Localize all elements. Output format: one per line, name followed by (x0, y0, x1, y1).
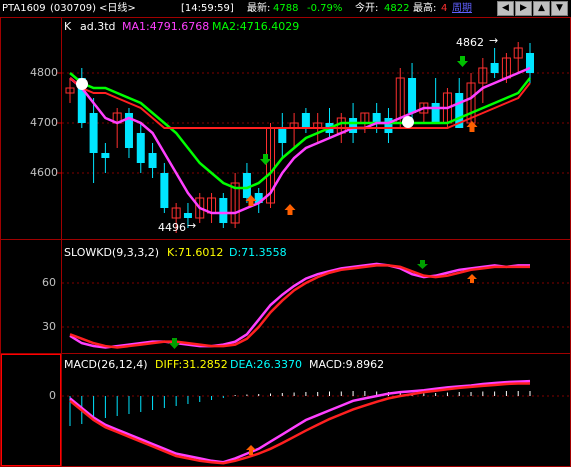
candle-body (372, 113, 381, 123)
high-annotation-arrow: → (489, 34, 499, 47)
kd-k-line (69, 262, 530, 349)
macd-dea-value: DEA:26.3370 (230, 358, 302, 371)
main-label-name: ad.3td (80, 20, 116, 33)
kd-up-arrow-icon (467, 274, 477, 283)
kd-y-tick-30: 30 (42, 320, 56, 333)
candle-body (89, 113, 98, 153)
kd-d-line (69, 264, 530, 349)
down-arrow-icon (260, 154, 271, 165)
kd-down-arrow-icon (169, 338, 180, 349)
kline-chart[interactable] (0, 0, 571, 467)
kd-lines-layer (69, 262, 530, 349)
low-annotation-arrow: → (187, 219, 197, 232)
macd-layer (69, 379, 531, 465)
candle-body (136, 133, 145, 163)
candle-body (490, 63, 499, 73)
candle-body (408, 78, 417, 113)
macd-axis-box (1, 354, 61, 466)
kd-down-arrow-icon (417, 260, 428, 269)
y-tick-4700: 4700 (30, 116, 58, 129)
kd-title: SLOWKD(9,3,3,2) (64, 246, 160, 259)
candle-body (384, 118, 393, 133)
macd-diff-line (69, 379, 531, 464)
candle-body (148, 153, 157, 168)
smiley-icon (76, 78, 88, 90)
down-arrow-icon (457, 56, 468, 67)
candle-body (219, 198, 228, 223)
macd-title: MACD(26,12,4) (64, 358, 148, 371)
ma2-line (69, 72, 531, 190)
candle-body (301, 113, 310, 128)
candle-body (183, 213, 192, 218)
candle-body (431, 103, 440, 123)
kd-y-tick-60: 60 (42, 276, 56, 289)
macd-diff-value: DIFF:31.2852 (155, 358, 228, 371)
ma2-label: MA2:4716.4029 (212, 20, 300, 33)
candle-body (101, 153, 110, 158)
y-tick-4800: 4800 (30, 66, 58, 79)
low-annotation: 4496 (158, 221, 186, 234)
kd-k-value: K:71.6012 (167, 246, 224, 259)
candle-body (349, 118, 358, 133)
candle-body (160, 173, 169, 208)
macd-y-tick-0: 0 (49, 389, 56, 402)
candles-layer (65, 42, 534, 233)
high-annotation: 4862 (456, 36, 484, 49)
up-arrow-icon (284, 204, 296, 215)
macd-hist-value: MACD:9.8962 (309, 358, 385, 371)
main-label-k: K (64, 20, 72, 33)
y-tick-4600: 4600 (30, 166, 58, 179)
kd-d-value: D:71.3558 (229, 246, 287, 259)
ma1-label: MA1:4791.6768 (122, 20, 210, 33)
smiley-icon (402, 116, 414, 128)
candle-body (278, 128, 287, 143)
